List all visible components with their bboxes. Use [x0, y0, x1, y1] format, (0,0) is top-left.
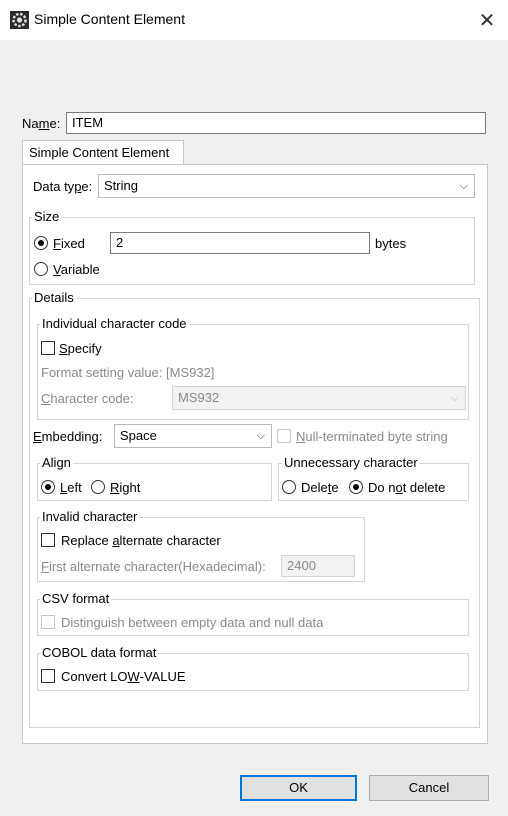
data-type-value: String — [104, 178, 138, 193]
invalid-group-title: Invalid character — [40, 509, 140, 524]
do-not-delete-label[interactable]: Do not delete — [368, 480, 445, 496]
data-type-label: Data type: — [33, 179, 93, 194]
name-label: Name: — [22, 116, 61, 131]
distinguish-checkbox[interactable] — [41, 615, 55, 629]
specify-checkbox[interactable] — [41, 341, 55, 355]
variable-label[interactable]: Variable — [53, 262, 100, 278]
size-group-title: Size — [32, 209, 62, 224]
chevron-down-icon: ⌵ — [450, 392, 459, 404]
fixed-radio[interactable] — [34, 236, 48, 250]
bytes-unit-label: bytes — [375, 236, 407, 251]
character-code-label: Character code: — [41, 391, 134, 406]
ok-button[interactable]: OK — [240, 775, 357, 801]
char-code-group-title: Individual character code — [40, 316, 189, 331]
character-code-select[interactable]: MS932 ⌵ — [172, 386, 466, 410]
delete-label[interactable]: Delete — [301, 480, 339, 496]
align-group-title: Align — [40, 455, 73, 470]
embedding-label: Embedding: — [33, 429, 103, 444]
replace-alternate-label[interactable]: Replace alternate character — [61, 533, 221, 549]
first-alternate-input[interactable]: 2400 — [281, 555, 355, 577]
replace-alternate-checkbox[interactable] — [41, 533, 55, 547]
unnecessary-group-title: Unnecessary character — [282, 455, 420, 470]
embedding-value: Space — [120, 428, 157, 443]
name-input[interactable]: ITEM — [66, 112, 486, 134]
convert-low-value-checkbox[interactable] — [41, 669, 55, 683]
gear-app-icon — [10, 11, 29, 29]
distinguish-label[interactable]: Distinguish between empty data and null … — [61, 615, 323, 631]
csv-group-title: CSV format — [40, 591, 112, 606]
details-group-title: Details — [32, 290, 76, 305]
null-terminated-checkbox[interactable] — [277, 429, 291, 443]
fixed-label[interactable]: Fixed — [53, 236, 85, 252]
window-title: Simple Content Element — [34, 11, 185, 27]
do-not-delete-radio[interactable] — [349, 480, 363, 494]
align-left-label[interactable]: Left — [60, 480, 82, 496]
convert-low-value-label[interactable]: Convert LOW-VALUE — [61, 669, 186, 685]
align-right-label[interactable]: Right — [110, 480, 140, 496]
cobol-group-title: COBOL data format — [40, 645, 159, 660]
align-right-radio[interactable] — [91, 480, 105, 494]
null-terminated-label[interactable]: Null-terminated byte string — [296, 429, 448, 445]
chevron-down-icon: ⌵ — [459, 180, 468, 192]
chevron-down-icon: ⌵ — [256, 430, 265, 442]
cancel-button[interactable]: Cancel — [369, 775, 489, 801]
variable-radio[interactable] — [34, 262, 48, 276]
align-left-radio[interactable] — [41, 480, 55, 494]
specify-label[interactable]: Specify — [59, 341, 102, 357]
first-alternate-label: First alternate character(Hexadecimal): — [41, 559, 266, 574]
tab-simple-content-element[interactable]: Simple Content Element — [22, 140, 184, 165]
data-type-select[interactable]: String ⌵ — [98, 174, 475, 198]
delete-radio[interactable] — [282, 480, 296, 494]
fixed-size-input[interactable]: 2 — [110, 232, 370, 254]
format-setting-text: Format setting value: [MS932] — [41, 365, 215, 380]
embedding-select[interactable]: Space ⌵ — [114, 424, 272, 448]
close-icon[interactable]: ✕ — [474, 8, 500, 32]
character-code-value: MS932 — [178, 390, 220, 405]
